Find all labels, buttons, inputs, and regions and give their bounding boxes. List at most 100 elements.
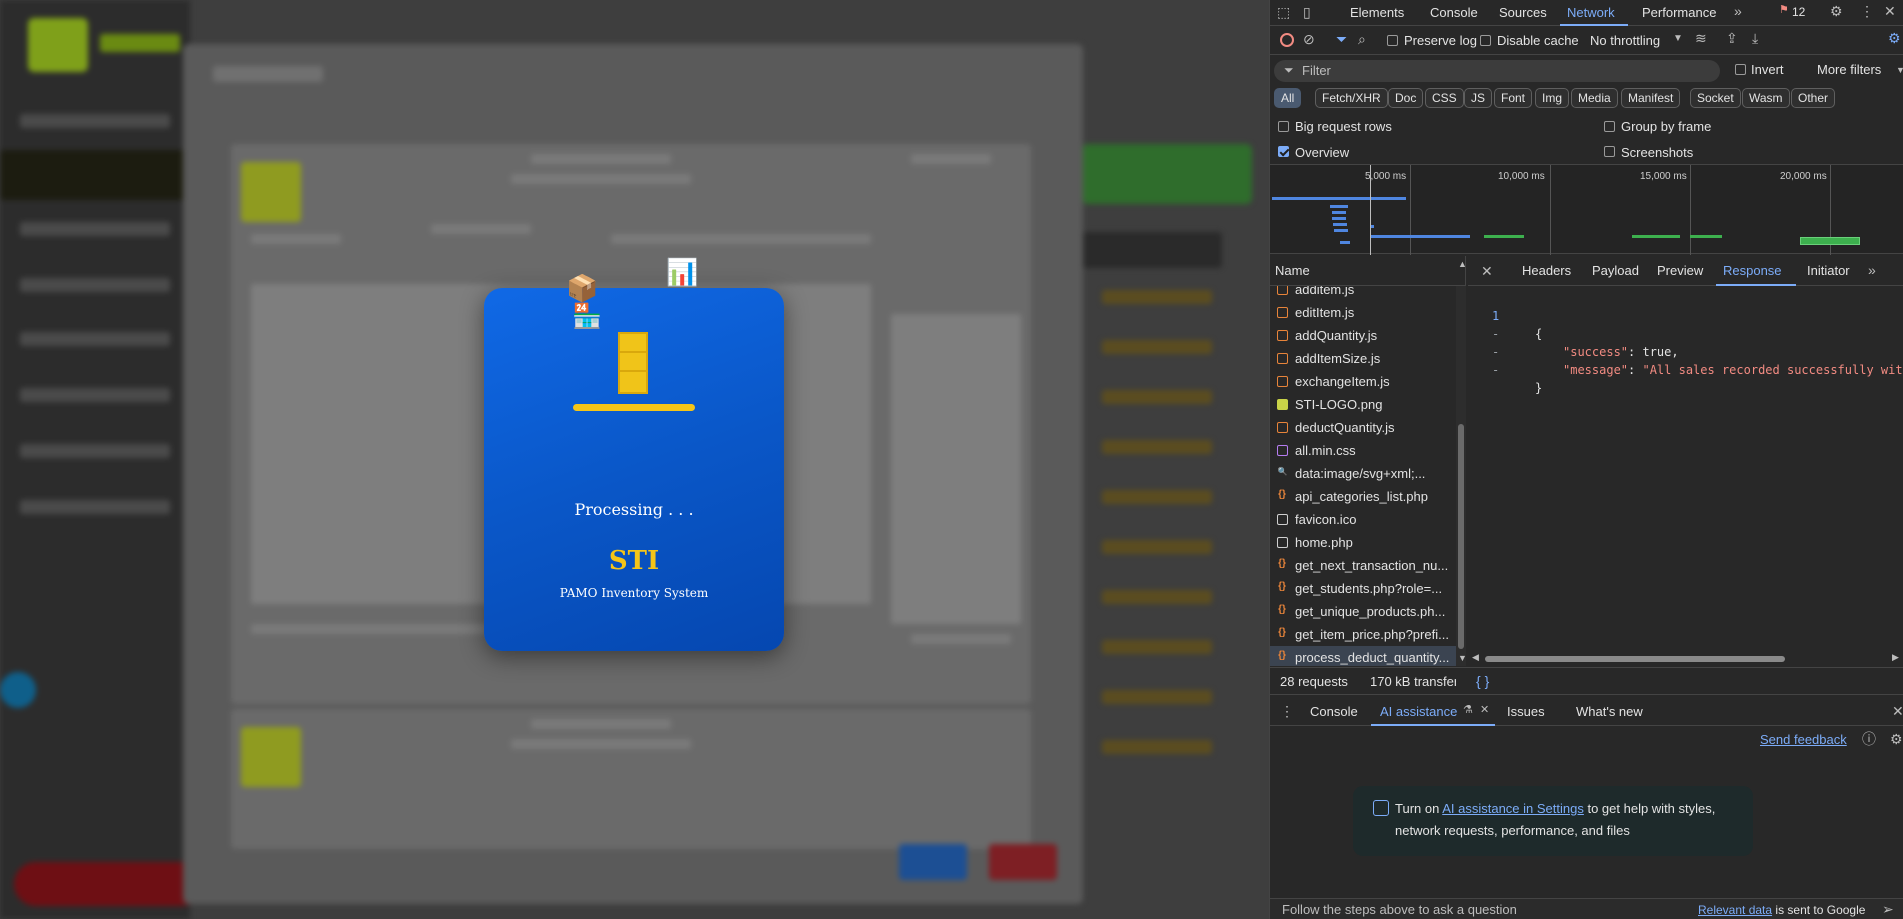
request-row[interactable]: additem.js [1270,286,1456,301]
chip-fetch-xhr[interactable]: Fetch/XHR [1315,88,1388,108]
overview-tick: 20,000 ms [1780,171,1827,182]
pretty-print-icon[interactable]: { } [1476,674,1489,688]
kebab-menu-icon[interactable]: ⋮ [1860,4,1874,18]
request-row[interactable]: {} get_students.php?role=... [1270,577,1456,600]
record-icon[interactable] [1280,33,1294,47]
sidebar-logout-button [14,862,204,906]
chip-manifest[interactable]: Manifest [1621,88,1681,108]
request-row[interactable]: favicon.ico [1270,508,1456,531]
scroll-up-icon[interactable]: ▲ [1458,260,1467,269]
export-har-icon[interactable]: ⤓ [1752,31,1758,45]
filter-input[interactable]: ⏷ Filter [1274,60,1720,82]
more-tabs-icon[interactable]: » [1734,4,1742,18]
chevron-down-icon[interactable]: ▼ [1673,34,1683,44]
close-icon[interactable]: ✕ [1480,705,1489,716]
more-tabs-icon[interactable]: » [1868,263,1876,277]
request-row[interactable]: addQuantity.js [1270,324,1456,347]
tab-console[interactable]: Console [1430,5,1478,20]
scroll-left-icon[interactable]: ◀ [1472,653,1479,662]
request-row[interactable]: all.min.css [1270,439,1456,462]
request-row[interactable]: 🔍 data:image/svg+xml;... [1270,462,1456,485]
big-request-rows-checkbox[interactable] [1278,121,1289,132]
tab-performance[interactable]: Performance [1642,5,1716,20]
chip-font[interactable]: Font [1494,88,1533,108]
modal-confirm-button [899,844,967,880]
network-settings-icon[interactable]: ⚙ [1888,31,1901,45]
tab-response[interactable]: Response [1723,263,1782,278]
preserve-log-checkbox[interactable] [1387,35,1398,46]
chip-other[interactable]: Other [1791,88,1836,108]
gear-icon[interactable]: ⚙ [1890,732,1903,746]
chip-doc[interactable]: Doc [1388,88,1424,108]
tab-headers[interactable]: Headers [1522,263,1571,278]
kebab-menu-icon[interactable]: ⋮ [1280,704,1294,718]
import-har-icon[interactable]: ⇪ [1726,31,1738,45]
drawer-tab-whats-new[interactable]: What's new [1576,704,1643,719]
filter-icon[interactable]: ⏷ [1336,32,1347,46]
help-icon[interactable]: ⓘ [1862,732,1876,746]
issues-badge-count[interactable]: 12 [1792,5,1805,19]
send-feedback-link[interactable]: Send feedback [1760,732,1847,747]
chip-socket[interactable]: Socket [1690,88,1741,108]
group-by-frame-checkbox[interactable] [1604,121,1615,132]
network-conditions-icon[interactable]: ≋ [1695,31,1707,45]
scroll-right-icon[interactable]: ▶ [1892,653,1899,662]
scrollbar-thumb[interactable] [1485,656,1785,662]
response-hscrollbar[interactable]: ◀ ▶ [1468,652,1903,664]
clear-icon[interactable]: ⊘ [1303,32,1315,46]
disable-cache-checkbox[interactable] [1480,35,1491,46]
scroll-down-icon[interactable]: ▼ [1458,654,1467,663]
request-list-scrollbar[interactable]: ▲ ▼ [1456,260,1467,666]
request-row[interactable]: home.php [1270,531,1456,554]
tab-sources[interactable]: Sources [1499,5,1547,20]
chip-img[interactable]: Img [1535,88,1570,108]
request-row[interactable]: addItemSize.js [1270,347,1456,370]
chevron-down-icon[interactable]: ▼ [1896,66,1903,75]
tab-network[interactable]: Network [1567,5,1615,20]
chip-media[interactable]: Media [1571,88,1618,108]
request-row[interactable]: {} api_categories_list.php [1270,485,1456,508]
chip-js[interactable]: JS [1464,88,1493,108]
chip-all[interactable]: All [1274,88,1302,108]
close-icon[interactable]: ✕ [1892,704,1903,718]
gear-icon[interactable]: ⚙ [1830,4,1843,18]
invert-checkbox[interactable] [1735,64,1746,75]
overview-gridline [1690,165,1691,255]
request-row[interactable]: deductQuantity.js [1270,416,1456,439]
request-row[interactable]: editItem.js [1270,301,1456,324]
issues-badge-icon[interactable]: ⚑ [1779,5,1789,16]
relevant-data-link[interactable]: Relevant data [1698,903,1772,917]
ai-prompt-input[interactable]: Follow the steps above to ask a question [1282,902,1517,917]
throttling-select[interactable]: No throttling [1590,33,1660,48]
request-row[interactable]: exchangeItem.js [1270,370,1456,393]
request-row[interactable]: {} get_next_transaction_nu... [1270,554,1456,577]
network-overview[interactable]: 5,000 ms 10,000 ms 15,000 ms 20,000 ms [1270,164,1903,255]
close-icon[interactable]: ✕ [1884,4,1896,18]
screenshots-checkbox[interactable] [1604,146,1615,157]
inspect-element-icon[interactable]: ⬚ [1277,5,1290,19]
request-row[interactable]: STI-LOGO.png [1270,393,1456,416]
chip-css[interactable]: CSS [1425,88,1464,108]
close-icon[interactable]: ✕ [1481,264,1493,278]
overview-selection-bar [1800,237,1860,245]
search-icon[interactable]: ⌕ [1358,32,1366,46]
drawer-tab-console[interactable]: Console [1310,704,1358,719]
tab-preview[interactable]: Preview [1657,263,1703,278]
overview-checkbox[interactable] [1278,146,1289,157]
device-toolbar-icon[interactable]: ▯ [1303,5,1311,19]
request-row[interactable]: {} get_unique_products.ph... [1270,600,1456,623]
tab-payload[interactable]: Payload [1592,263,1639,278]
request-row[interactable]: {} get_item_price.php?prefi... [1270,623,1456,646]
more-filters-dropdown[interactable]: More filters [1817,62,1881,77]
tab-elements[interactable]: Elements [1350,5,1404,20]
name-column-header[interactable]: Name [1275,263,1310,278]
drawer-tab-ai-assistance[interactable]: AI assistance [1380,704,1457,719]
response-viewer[interactable]: 1 { - "success": true, - "message": "All… [1468,286,1903,636]
drawer-tab-issues[interactable]: Issues [1507,704,1545,719]
scrollbar-thumb[interactable] [1458,424,1464,649]
tab-initiator[interactable]: Initiator [1807,263,1850,278]
ai-settings-link[interactable]: AI assistance in Settings [1442,801,1584,816]
request-row[interactable]: {} process_deduct_quantity... [1270,646,1456,666]
chip-wasm[interactable]: Wasm [1742,88,1790,108]
send-icon[interactable]: ➢ [1882,902,1894,916]
